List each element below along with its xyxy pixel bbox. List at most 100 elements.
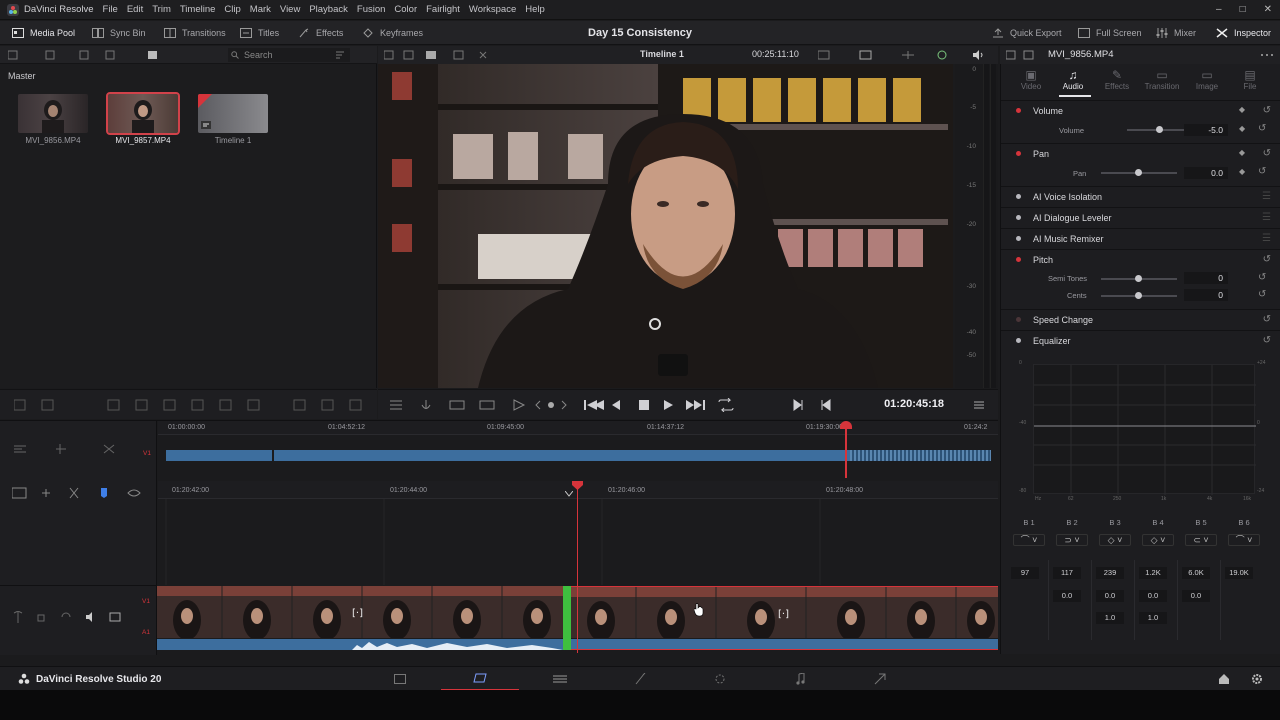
timeline-selector[interactable]: Timeline 1 — [640, 49, 684, 59]
band-filter-select[interactable]: ⌒ ˅ — [1228, 534, 1260, 546]
keyframe-icon[interactable]: ◆ — [1239, 148, 1245, 157]
menu-workspace[interactable]: Workspace — [469, 4, 516, 15]
band-filter-select[interactable]: ⊃ ˅ — [1056, 534, 1088, 546]
fusion-page-button[interactable] — [601, 667, 679, 691]
media-page-button[interactable] — [361, 667, 439, 691]
keyframe-icon[interactable]: ◆ — [1239, 105, 1245, 114]
section-ai-music-remixer[interactable]: AI Music Remixer ☰ — [1001, 228, 1280, 248]
enable-dot[interactable] — [1016, 317, 1021, 322]
semi-tones-knob[interactable] — [1135, 275, 1142, 282]
menu-view[interactable]: View — [280, 4, 300, 15]
menu-edit[interactable]: Edit — [127, 4, 143, 15]
titles-button[interactable]: Titles — [240, 21, 279, 45]
tab-video[interactable]: ▣ Video — [1010, 68, 1052, 91]
band-gain[interactable]: 0.0 — [1096, 590, 1124, 602]
section-speed-change[interactable]: Speed Change ↺ — [1001, 309, 1280, 329]
video-viewer[interactable] — [378, 64, 953, 388]
band-filter-select[interactable]: ◇ ˅ — [1099, 534, 1131, 546]
viewer-tool-icons[interactable] — [390, 398, 570, 412]
timeline-playhead[interactable] — [577, 483, 578, 653]
menu-playback[interactable]: Playback — [309, 4, 348, 15]
sync-bin-button[interactable]: Sync Bin — [92, 21, 146, 45]
band-filter-select[interactable]: ⌒ ˅ — [1013, 534, 1045, 546]
keyframes-button[interactable]: Keyframes — [362, 21, 423, 45]
minimize-button[interactable]: – — [1216, 4, 1222, 15]
pan-value[interactable]: 0.0 — [1184, 167, 1228, 179]
tab-image[interactable]: ▭ Image — [1186, 68, 1228, 91]
section-ai-dialogue-leveler[interactable]: AI Dialogue Leveler ☰ — [1001, 207, 1280, 227]
maximize-button[interactable]: □ — [1240, 4, 1246, 15]
section-volume[interactable]: Volume ◆ ↺ — [1001, 100, 1280, 120]
timeline-thumbnail[interactable]: Timeline 1 — [198, 94, 268, 145]
overview-playhead[interactable] — [845, 426, 847, 478]
keyframe-icon[interactable]: ◆ — [1239, 124, 1245, 133]
overview-ruler[interactable]: 01:00:00:00 01:04:52:12 01:09:45:00 01:1… — [158, 421, 998, 435]
color-page-button[interactable] — [681, 667, 759, 691]
full-screen-button[interactable]: Full Screen — [1078, 21, 1142, 45]
reset-icon[interactable]: ↺ — [1258, 166, 1266, 177]
tab-file[interactable]: ▤ File — [1229, 68, 1271, 91]
drag-handle-icon[interactable]: ☰ — [1262, 212, 1271, 223]
band-q[interactable]: 1.0 — [1139, 612, 1167, 624]
home-icon[interactable] — [1218, 673, 1230, 685]
view-options-icons[interactable] — [8, 50, 168, 60]
band-frequency[interactable]: 97 — [1011, 567, 1039, 579]
tab-audio[interactable]: ♫ Audio — [1052, 68, 1094, 91]
mark-icons[interactable] — [792, 399, 832, 411]
track-controls[interactable] — [12, 611, 122, 623]
pan-slider-knob[interactable] — [1135, 169, 1142, 176]
menu-timeline[interactable]: Timeline — [180, 4, 216, 15]
reset-icon[interactable]: ↺ — [1258, 272, 1266, 283]
drag-handle-icon[interactable]: ☰ — [1262, 233, 1271, 244]
edit-tool-icons[interactable] — [14, 399, 374, 411]
settings-gear-icon[interactable] — [1251, 673, 1263, 685]
video-clip-left[interactable]: [·] — [157, 586, 563, 638]
menu-clip[interactable]: Clip — [224, 4, 240, 15]
edit-point-handle[interactable] — [563, 586, 571, 650]
band-frequency[interactable]: 239 — [1096, 567, 1124, 579]
enable-dot[interactable] — [1016, 194, 1021, 199]
reset-icon[interactable]: ↺ — [1263, 314, 1271, 325]
band-filter-select[interactable]: ◇ ˅ — [1142, 534, 1174, 546]
enable-dot[interactable] — [1016, 338, 1021, 343]
volume-icon[interactable] — [972, 50, 984, 60]
playhead-handle-icon[interactable] — [572, 481, 583, 490]
reset-icon[interactable]: ↺ — [1258, 123, 1266, 134]
reset-icon[interactable]: ↺ — [1263, 105, 1271, 116]
enable-dot[interactable] — [1016, 108, 1021, 113]
quick-export-button[interactable]: Quick Export — [992, 21, 1062, 45]
enable-dot[interactable] — [1016, 215, 1021, 220]
inspector-button[interactable]: Inspector — [1216, 21, 1271, 45]
section-pan[interactable]: Pan ◆ ↺ — [1001, 143, 1280, 163]
overview-tools-icons[interactable] — [14, 443, 124, 455]
menu-fusion[interactable]: Fusion — [357, 4, 386, 15]
reset-icon[interactable]: ↺ — [1263, 335, 1271, 346]
viewer-options-icons[interactable] — [818, 50, 948, 60]
menu-fairlight[interactable]: Fairlight — [426, 4, 460, 15]
playback-controls[interactable] — [584, 398, 744, 412]
media-pool-button[interactable]: Media Pool — [12, 21, 75, 45]
volume-value[interactable]: -5.0 — [1184, 124, 1228, 136]
reset-icon[interactable]: ↺ — [1263, 148, 1271, 159]
mixer-button[interactable]: Mixer — [1156, 21, 1196, 45]
cents-value[interactable]: 0 — [1184, 289, 1228, 301]
equalizer-graph[interactable] — [1033, 364, 1256, 495]
more-options-icon[interactable] — [1260, 50, 1274, 60]
sort-icon[interactable] — [335, 50, 345, 60]
overview-playhead-handle[interactable] — [840, 421, 852, 429]
effects-button[interactable]: Effects — [298, 21, 343, 45]
semi-tones-value[interactable]: 0 — [1184, 272, 1228, 284]
menu-trim[interactable]: Trim — [152, 4, 171, 15]
reset-icon[interactable]: ↺ — [1258, 289, 1266, 300]
enable-dot[interactable] — [1016, 257, 1021, 262]
volume-slider-knob[interactable] — [1156, 126, 1163, 133]
tab-transition[interactable]: ▭ Transition — [1141, 68, 1183, 91]
drag-handle-icon[interactable]: ☰ — [1262, 191, 1271, 202]
band-gain[interactable]: 0.0 — [1139, 590, 1167, 602]
clip-thumbnail-selected[interactable]: MVI_9857.MP4 — [106, 92, 180, 145]
menu-color[interactable]: Color — [394, 4, 417, 15]
cents-knob[interactable] — [1135, 292, 1142, 299]
section-equalizer[interactable]: Equalizer ↺ — [1001, 330, 1280, 350]
section-ai-voice-isolation[interactable]: AI Voice Isolation ☰ — [1001, 186, 1280, 206]
enable-dot[interactable] — [1016, 236, 1021, 241]
